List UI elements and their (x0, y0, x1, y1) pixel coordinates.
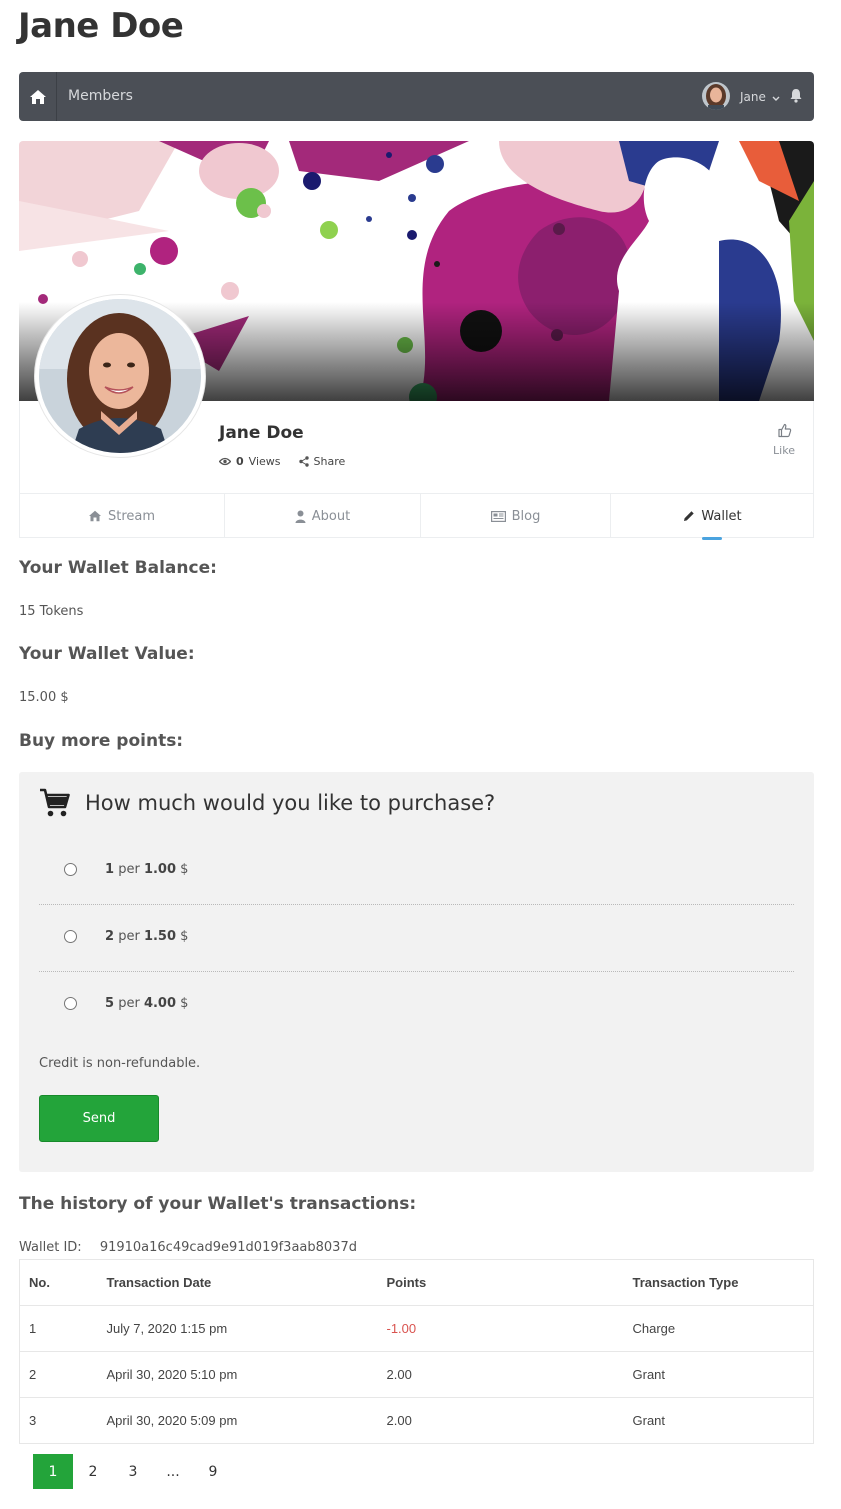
pagination: 1 2 3 ... 9 (33, 1454, 233, 1489)
page-title: Jane Doe (18, 6, 184, 46)
column-header-no: No. (19, 1259, 98, 1306)
home-button[interactable] (19, 72, 57, 121)
wallet-id-label: Wallet ID: (19, 1240, 82, 1255)
chevron-down-icon[interactable] (772, 90, 780, 108)
page-ellipsis: ... (166, 1463, 180, 1480)
nav-user-avatar[interactable] (702, 82, 730, 110)
cell-date: July 7, 2020 1:15 pm (97, 1305, 378, 1352)
purchase-option-radio[interactable] (64, 997, 77, 1010)
thumbs-up-icon (777, 423, 791, 438)
bell-icon[interactable] (789, 88, 803, 108)
tab-about[interactable]: About (225, 494, 421, 538)
wallet-value-heading: Your Wallet Value: (19, 644, 195, 664)
profile-name: Jane Doe (219, 423, 304, 443)
wallet-balance-value: 15 Tokens (19, 604, 84, 619)
cell-type: Charge (623, 1305, 814, 1352)
cell-points: 2.00 (377, 1351, 624, 1398)
cell-date: April 30, 2020 5:10 pm (97, 1351, 378, 1398)
cell-date: April 30, 2020 5:09 pm (97, 1397, 378, 1444)
refund-note: Credit is non-refundable. (39, 1056, 201, 1071)
page-link-3[interactable]: 3 (113, 1454, 153, 1489)
table-row: 2 April 30, 2020 5:10 pm 2.00 Grant (19, 1351, 814, 1398)
purchase-option[interactable]: 1 per 1.00 $ (39, 838, 794, 905)
column-header-points: Points (377, 1259, 624, 1306)
cell-type: Grant (623, 1351, 814, 1398)
shopping-cart-icon (39, 788, 70, 823)
purchase-panel: How much would you like to purchase? 1 p… (19, 772, 814, 1172)
nav-members-link[interactable]: Members (68, 88, 133, 104)
cell-no: 1 (19, 1305, 98, 1352)
table-header-row: No. Transaction Date Points Transaction … (19, 1259, 814, 1306)
nav-user-name[interactable]: Jane (740, 90, 766, 104)
purchase-option-label: 5 per 4.00 $ (105, 996, 189, 1011)
cell-no: 3 (19, 1397, 98, 1444)
purchase-option-radio[interactable] (64, 930, 77, 943)
page-link-1[interactable]: 1 (33, 1454, 73, 1489)
profile-meta: 0 Views Share (219, 455, 345, 468)
page-link-2[interactable]: 2 (73, 1454, 113, 1489)
wallet-value-value: 15.00 $ (19, 690, 69, 705)
tab-about-label: About (311, 508, 351, 524)
pencil-icon (684, 511, 695, 521)
wallet-id-value: 91910a16c49cad9e91d019f3aab8037d (99, 1240, 357, 1255)
transactions-table: No. Transaction Date Points Transaction … (19, 1259, 814, 1444)
transaction-history-heading: The history of your Wallet's transaction… (19, 1194, 417, 1214)
purchase-option-radio[interactable] (64, 863, 77, 876)
home-icon (88, 510, 101, 522)
eye-icon (219, 457, 231, 466)
tab-blog[interactable]: Blog (421, 494, 611, 538)
purchase-title: How much would you like to purchase? (85, 791, 496, 815)
like-label: Like (773, 444, 795, 457)
purchase-option[interactable]: 2 per 1.50 $ (39, 905, 794, 972)
tab-blog-label: Blog (511, 508, 541, 524)
wallet-balance-heading: Your Wallet Balance: (19, 558, 217, 578)
buy-points-heading: Buy more points: (19, 731, 184, 751)
cell-no: 2 (19, 1351, 98, 1398)
table-row: 1 July 7, 2020 1:15 pm -1.00 Charge (19, 1305, 814, 1352)
active-tab-indicator (701, 537, 722, 540)
share-button[interactable]: Share (298, 455, 346, 468)
wallet-id: Wallet ID: 91910a16c49cad9e91d019f3aab80… (19, 1240, 357, 1255)
profile-avatar[interactable] (35, 295, 205, 457)
newspaper-icon (490, 510, 506, 522)
like-button[interactable]: Like (769, 423, 799, 457)
profile-tabs: Stream About Blog Wallet (19, 493, 814, 540)
tab-stream[interactable]: Stream (19, 494, 225, 538)
purchase-option[interactable]: 5 per 4.00 $ (39, 972, 794, 1039)
share-icon (298, 456, 309, 467)
share-label: Share (313, 455, 346, 468)
send-button[interactable]: Send (39, 1095, 159, 1142)
purchase-option-label: 1 per 1.00 $ (105, 862, 189, 877)
page-link-9[interactable]: 9 (193, 1454, 233, 1489)
cell-points: -1.00 (377, 1305, 624, 1352)
top-navbar: Members Jane (19, 72, 814, 121)
views-count: 0 (236, 455, 244, 468)
tab-stream-label: Stream (107, 508, 156, 524)
tab-wallet[interactable]: Wallet (611, 494, 814, 540)
user-icon (295, 510, 306, 523)
home-icon (29, 89, 46, 104)
column-header-date: Transaction Date (97, 1259, 378, 1306)
table-row: 3 April 30, 2020 5:09 pm 2.00 Grant (19, 1397, 814, 1444)
views-label: Views (248, 455, 281, 468)
cell-type: Grant (623, 1397, 814, 1444)
cell-points: 2.00 (377, 1397, 624, 1444)
tab-wallet-label: Wallet (701, 508, 742, 524)
purchase-option-label: 2 per 1.50 $ (105, 929, 189, 944)
column-header-type: Transaction Type (623, 1259, 814, 1306)
